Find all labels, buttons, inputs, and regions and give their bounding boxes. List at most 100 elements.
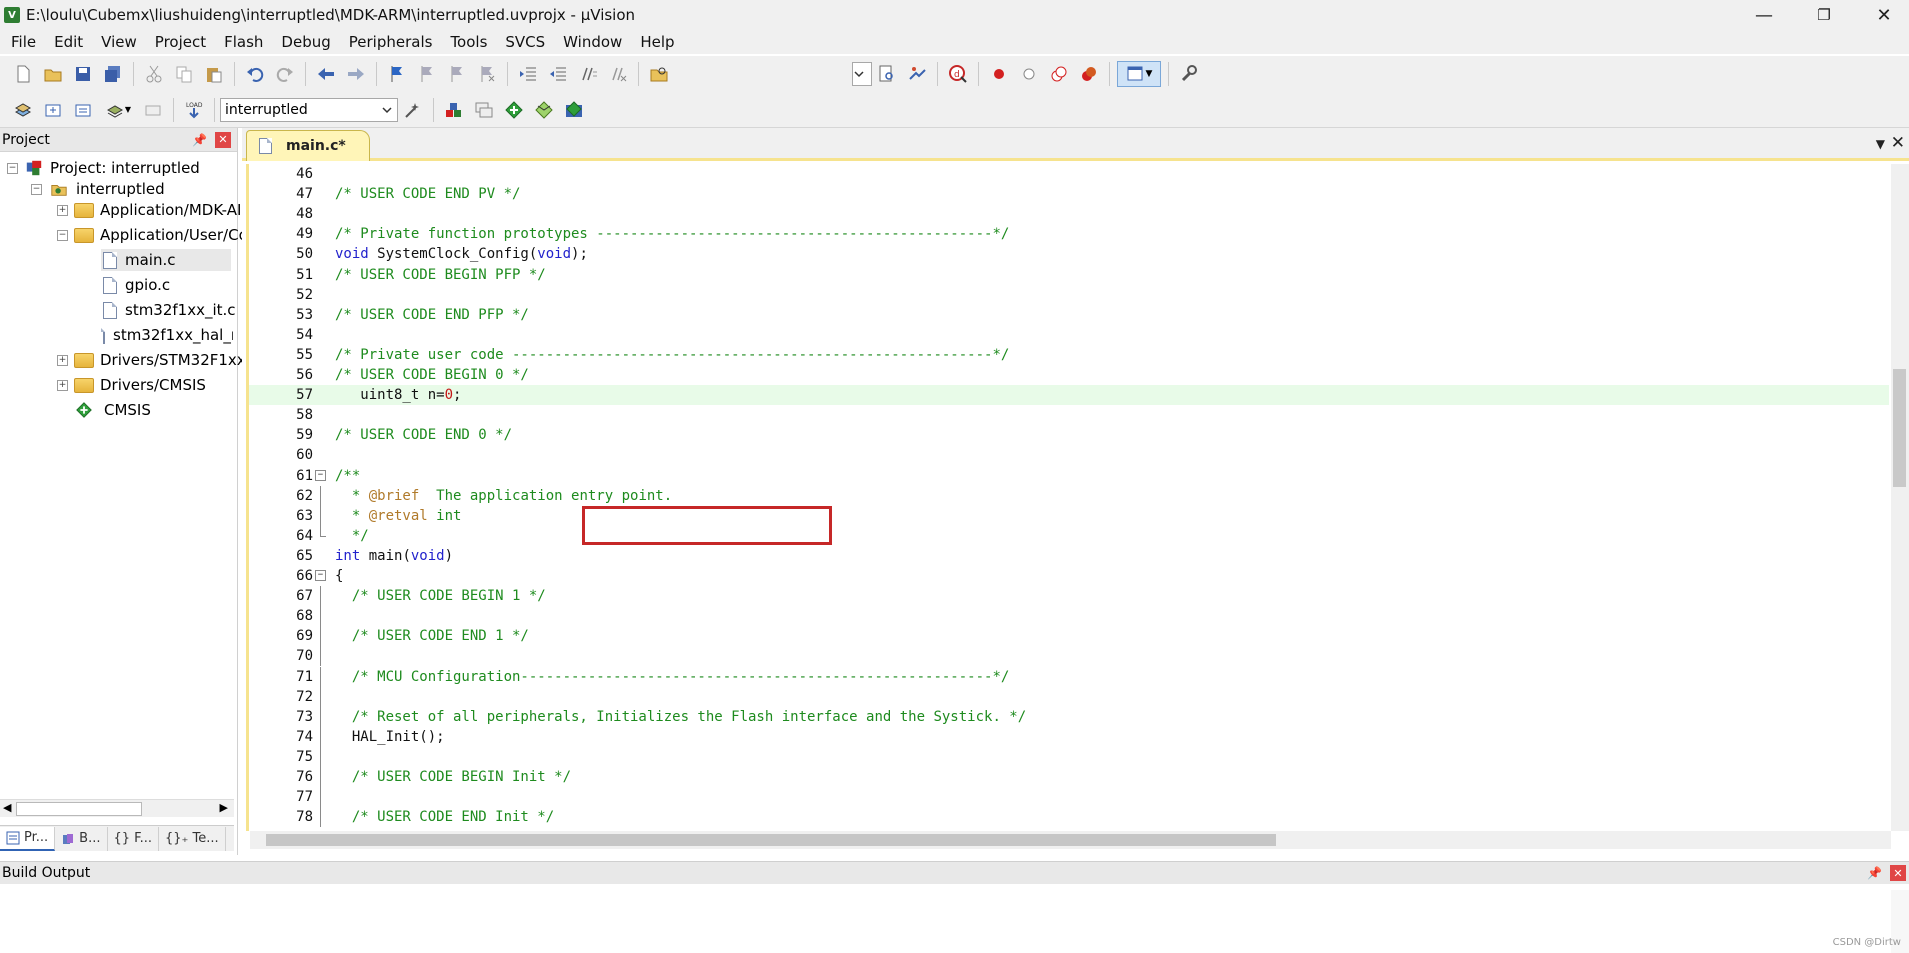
tab-list-dropdown-icon[interactable]: ▼ [1876,137,1885,151]
find-combo-dropdown[interactable] [852,62,872,86]
menu-flash[interactable]: Flash [215,33,272,51]
redo-icon[interactable] [272,61,298,87]
menu-view[interactable]: View [92,33,146,51]
scrollbar-thumb[interactable] [1893,369,1906,487]
window-layout-button[interactable]: ▼ [1117,61,1161,87]
menu-debug[interactable]: Debug [272,33,339,51]
translate-icon[interactable] [10,97,36,123]
close-build-output-button[interactable]: ✕ [1890,865,1906,881]
code-editor[interactable]: 46 47 /* USER CODE END PV */ 48 49 /* Private… [246,164,1891,831]
bookmark-toggle-icon[interactable] [384,61,410,87]
rebuild-icon[interactable] [70,97,96,123]
expand-toggle-icon[interactable]: + [57,379,68,391]
manage-project-items-icon[interactable] [441,97,467,123]
code-line[interactable]: 61−/** [249,466,1889,486]
bookmark-previous-icon[interactable] [414,61,440,87]
paste-icon[interactable] [201,61,227,87]
expand-toggle-icon[interactable]: + [57,354,68,366]
navigate-forward-icon[interactable] [343,61,369,87]
code-line[interactable]: 53 /* USER CODE END PFP */ [249,305,1889,325]
cut-icon[interactable] [141,61,167,87]
code-line[interactable]: 68 [249,606,1889,627]
copy-icon[interactable] [171,61,197,87]
scroll-left-icon[interactable]: ◀ [3,801,11,814]
tab-books[interactable]: B... [55,826,108,851]
code-line[interactable]: 65 int main(void) [249,546,1889,566]
editor-vscrollbar[interactable] [1891,164,1909,831]
stop-build-icon[interactable] [140,97,166,123]
fold-gutter[interactable]: − [315,566,327,586]
debug-session-icon[interactable]: d [945,61,971,87]
code-line[interactable]: 72 [249,686,1889,707]
menu-edit[interactable]: Edit [45,33,92,51]
code-line[interactable]: 63 * @retval int [249,505,1889,526]
tree-item-project-root[interactable]: − Project: interruptled [7,157,200,179]
load-download-icon[interactable]: LOAD [181,97,207,123]
navigate-back-icon[interactable] [313,61,339,87]
unindent-icon[interactable] [545,61,571,87]
indent-icon[interactable] [515,61,541,87]
code-line[interactable]: 76 /* USER CODE BEGIN Init */ [249,767,1889,787]
pin-icon[interactable]: 📌 [192,133,207,147]
menu-tools[interactable]: Tools [441,33,496,51]
tree-item-group[interactable]: − Application/User/Co [57,224,248,246]
kill-all-breakpoints-icon[interactable] [1076,61,1102,87]
tab-project[interactable]: Pr... [0,826,56,851]
new-file-icon[interactable] [10,61,36,87]
file-extensions-icon[interactable] [471,97,497,123]
code-line[interactable]: 74 HAL_Init(); [249,726,1889,747]
tree-item-group[interactable]: + Drivers/CMSIS [57,374,206,396]
scrollbar-thumb[interactable] [16,802,142,816]
uncomment-selection-icon[interactable] [605,61,631,87]
tree-item-group[interactable]: + Drivers/STM32F1xx_ [57,349,253,371]
bookmark-next-icon[interactable] [444,61,470,87]
incremental-find-icon[interactable] [874,61,900,87]
insert-breakpoint-icon[interactable] [986,61,1012,87]
project-tree-hscrollbar[interactable]: ◀ ▶ [0,799,234,817]
code-line[interactable]: 52 [249,285,1889,305]
minimize-button[interactable]: — [1735,0,1793,30]
collapse-toggle-icon[interactable]: − [31,183,42,195]
target-select[interactable]: interruptled [220,97,398,122]
code-line[interactable]: 73 /* Reset of all peripherals, Initiali… [249,706,1889,727]
code-line[interactable]: 49 /* Private function prototypes -------… [249,224,1889,244]
tree-item-file[interactable]: gpio.c [101,274,170,296]
disable-all-breakpoints-icon[interactable] [1046,61,1072,87]
editor-tab-main-c[interactable]: main.c* [246,130,370,161]
code-line[interactable]: 77 [249,787,1889,808]
manage-run-time-environment-icon[interactable] [501,97,527,123]
build-icon[interactable] [40,97,66,123]
code-line[interactable]: 67 /* USER CODE BEGIN 1 */ [249,586,1889,607]
configure-icon[interactable] [1176,61,1202,87]
close-project-pane-button[interactable]: ✕ [215,131,231,148]
tab-functions[interactable]: {} F... [108,826,159,851]
code-line-current[interactable]: 57 uint8_t n=0; [249,385,1889,406]
browse-symbols-icon[interactable] [904,61,930,87]
expand-toggle-icon[interactable]: + [57,204,68,216]
menu-peripherals[interactable]: Peripherals [340,33,442,51]
code-line[interactable]: 69 /* USER CODE END 1 */ [249,626,1889,647]
code-line[interactable]: 50 void SystemClock_Config(void); [249,244,1889,264]
collapse-toggle-icon[interactable]: − [7,162,18,174]
code-line[interactable]: 54 [249,325,1889,345]
code-line[interactable]: 75 [249,746,1889,767]
menu-file[interactable]: File [2,33,45,51]
fold-collapse-icon[interactable]: − [315,469,326,481]
fold-collapse-icon[interactable]: − [315,570,326,581]
code-line[interactable]: 59 /* USER CODE END 0 */ [249,425,1889,445]
close-editor-tab-icon[interactable]: ✕ [1891,133,1905,153]
batch-build-button[interactable]: ▼ [100,97,136,123]
menu-help[interactable]: Help [631,33,683,51]
menu-project[interactable]: Project [146,33,215,51]
pin-icon[interactable]: 📌 [1867,866,1882,880]
code-line[interactable]: 58 [249,405,1889,425]
tab-templates[interactable]: {}₊ Te... [159,826,226,851]
code-line[interactable]: 55 /* Private user code -----------------… [249,345,1889,365]
disable-breakpoint-icon[interactable] [1016,61,1042,87]
code-line[interactable]: 71 /* MCU Configuration-----------------… [249,666,1889,687]
code-line[interactable]: 51 /* USER CODE BEGIN PFP */ [249,265,1889,285]
editor-hscrollbar[interactable] [250,831,1891,849]
restore-button[interactable]: ❐ [1795,0,1853,30]
menu-window[interactable]: Window [554,33,631,51]
code-line[interactable]: 46 [249,164,1889,184]
